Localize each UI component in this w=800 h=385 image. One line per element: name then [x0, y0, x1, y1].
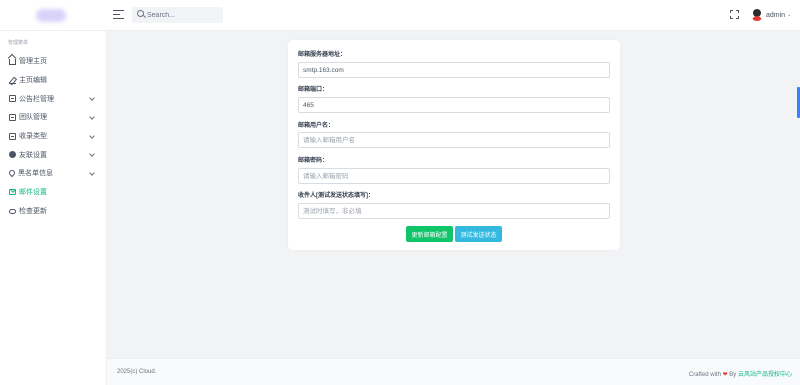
sidebar-item-team[interactable]: 团队管理: [0, 108, 107, 127]
top-bar: admin ⌄: [0, 0, 800, 31]
sidebar-item-links[interactable]: 友联设置: [0, 145, 107, 164]
chevron-down-icon: [89, 114, 95, 120]
sidebar-item-label: 邮件设置: [19, 189, 47, 197]
search-box[interactable]: [132, 7, 223, 23]
avatar: [751, 9, 763, 21]
home-icon: [9, 59, 16, 66]
username-input[interactable]: [298, 132, 610, 148]
chevron-down-icon: [89, 95, 95, 102]
sidebar-item-dashboard[interactable]: 管理主页: [0, 52, 107, 71]
sidebar-item-label: 主页编辑: [19, 77, 47, 85]
crafted-text: Crafted with: [688, 372, 721, 378]
username-label: 邮箱用户名：: [298, 123, 335, 129]
recipient-input[interactable]: [298, 203, 610, 219]
edit-icon: [9, 77, 16, 84]
user-menu[interactable]: admin ⌄: [751, 8, 791, 22]
team-icon: [9, 113, 16, 121]
main-content: 邮箱服务器地址： 邮箱端口： 邮箱用户名： 邮箱密码： 收件人[测试发送状态填写…: [107, 31, 800, 358]
chevron-down-icon: [89, 132, 95, 139]
sidebar-item-home-edit[interactable]: 主页编辑: [0, 71, 107, 90]
link-icon: [9, 151, 16, 159]
sidebar-item-label: 黑名单信息: [18, 170, 53, 178]
save-config-button[interactable]: 更新邮箱配置: [406, 226, 453, 242]
sidebar-item-label: 公告栏管理: [19, 95, 54, 103]
smtp-label: 邮箱服务器地址：: [298, 52, 347, 58]
search-icon: [137, 10, 144, 17]
sidebar-item-update[interactable]: 检查更新: [0, 202, 107, 221]
recipient-label: 收件人[测试发送状态填写]：: [298, 193, 374, 199]
sidebar-item-label: 检查更新: [19, 207, 47, 215]
cloud-icon: [9, 209, 16, 215]
sidebar-item-notice[interactable]: 公告栏管理: [0, 89, 107, 108]
copyright-text: 2025(c) Cloud.: [117, 369, 157, 375]
sidebar-item-label: 管理主页: [19, 58, 47, 66]
sidebar-item-blacklist[interactable]: 黑名单信息: [0, 164, 107, 183]
footer-link[interactable]: 云风站产品授权中心: [738, 372, 792, 378]
notice-icon: [9, 95, 16, 103]
mail-settings-card: 邮箱服务器地址： 邮箱端口： 邮箱用户名： 邮箱密码： 收件人[测试发送状态填写…: [288, 40, 620, 250]
logo[interactable]: [36, 9, 66, 22]
sidebar-item-label: 团队管理: [19, 114, 47, 122]
sidebar: 管理菜单 管理主页 主页编辑 公告栏管理 团队管理 收录类型 友联设置 黑名单信…: [0, 31, 107, 385]
sidebar-item-category[interactable]: 收录类型: [0, 127, 107, 146]
port-input[interactable]: [298, 97, 610, 113]
password-label: 邮箱密码：: [298, 158, 329, 164]
sidebar-title: 管理菜单: [8, 40, 29, 46]
chevron-down-icon: [89, 151, 95, 158]
port-label: 邮箱端口：: [298, 87, 329, 93]
location-icon: [7, 169, 17, 178]
test-send-button[interactable]: 测试发送状态: [455, 226, 502, 242]
footer-credit: Crafted with ❤ By 云风站产品授权中心: [689, 369, 792, 378]
fullscreen-icon[interactable]: [730, 10, 739, 19]
mail-icon: [9, 189, 16, 196]
by-text: By: [729, 372, 737, 378]
search-input[interactable]: [147, 7, 219, 23]
menu-toggle-icon[interactable]: [113, 10, 124, 20]
sidebar-item-label: 友联设置: [19, 151, 47, 159]
category-icon: [9, 132, 16, 140]
sidebar-item-label: 收录类型: [19, 133, 47, 141]
smtp-input[interactable]: [298, 62, 610, 78]
heart-icon: ❤: [722, 372, 728, 378]
sidebar-item-mail[interactable]: 邮件设置: [0, 183, 107, 202]
sidebar-nav: 管理主页 主页编辑 公告栏管理 团队管理 收录类型 友联设置 黑名单信息 邮件设…: [0, 52, 107, 220]
footer: 2025(c) Cloud. Crafted with ❤ By 云风站产品授权…: [107, 358, 800, 385]
password-input[interactable]: [298, 168, 610, 184]
chevron-down-icon: [89, 170, 95, 176]
chevron-down-icon: ⌄: [787, 12, 792, 18]
user-name: admin: [766, 11, 786, 19]
